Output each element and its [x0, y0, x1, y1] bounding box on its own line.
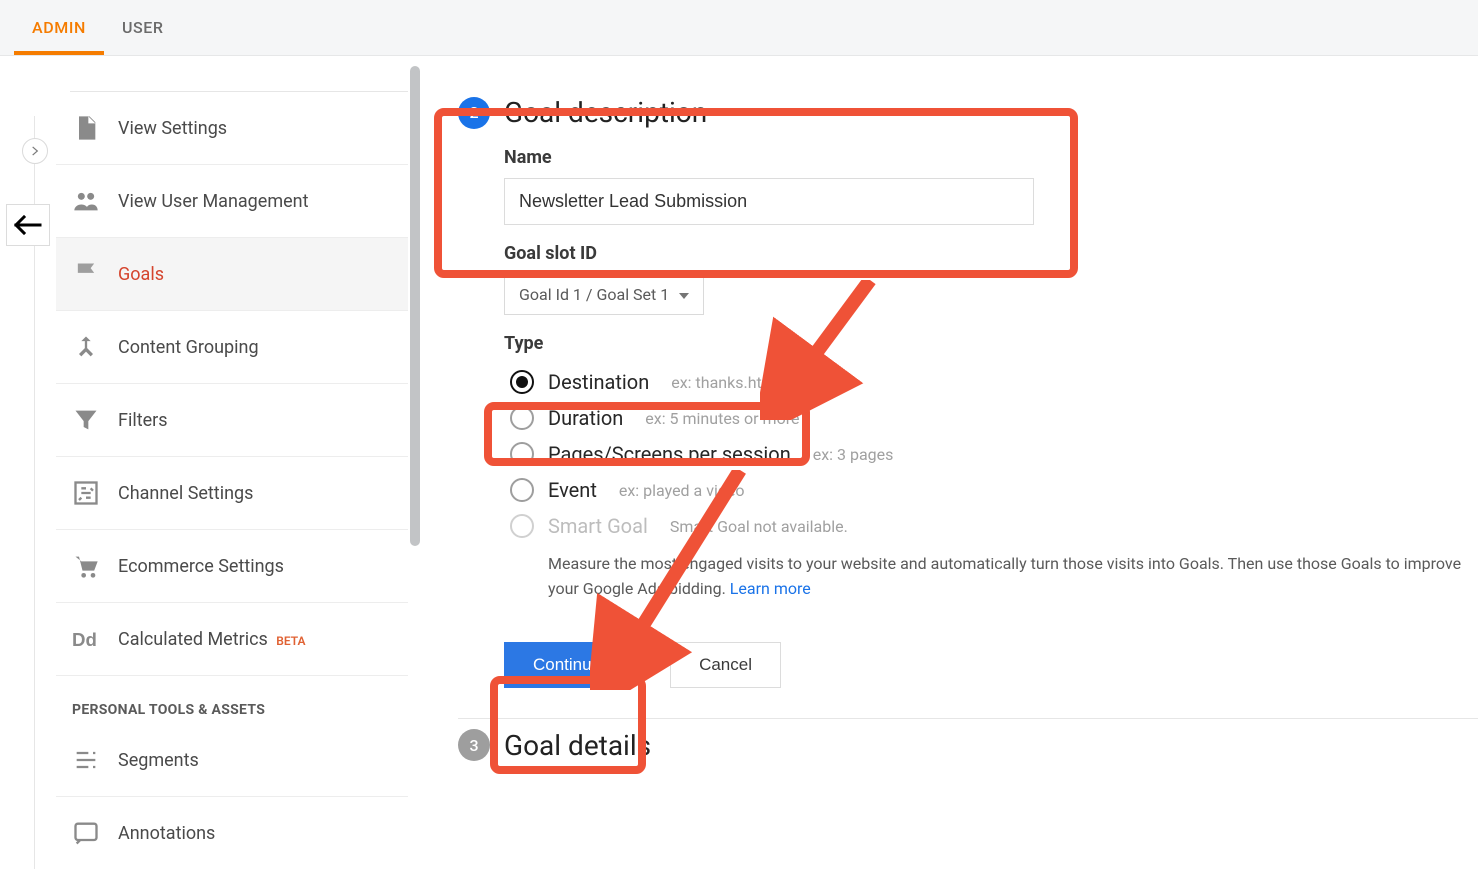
tab-user[interactable]: USER [104, 0, 182, 55]
smart-goal-blurb: Measure the most engaged visits to your … [548, 554, 1461, 598]
radio-icon [510, 478, 534, 502]
radio-label: Smart Goal [548, 514, 648, 538]
goal-description-step: 2 Goal description Name Goal slot ID Goa… [458, 96, 1478, 719]
users-icon [72, 187, 100, 215]
breadcrumb-disc[interactable] [22, 138, 48, 164]
sidebar-item-goals[interactable]: Goals [56, 238, 408, 311]
type-label: Type [504, 333, 1478, 354]
goal-type-event[interactable]: Event ex: played a video [510, 472, 1478, 508]
filter-icon [72, 406, 100, 434]
sidebar-item-content-grouping[interactable]: Content Grouping [56, 311, 408, 384]
label: Ecommerce Settings [118, 556, 284, 577]
name-label: Name [504, 147, 1478, 168]
label: Filters [118, 410, 168, 431]
radio-label: Pages/Screens per session [548, 442, 791, 466]
radio-hint: ex: thanks.html [671, 373, 779, 392]
goal-name-input[interactable] [504, 178, 1034, 225]
sidebar-scrollbar[interactable] [410, 66, 420, 546]
main-panel: 2 Goal description Name Goal slot ID Goa… [408, 56, 1478, 869]
back-arrow-icon [14, 215, 42, 235]
label: View Settings [118, 118, 227, 139]
goal-description-heading: Goal description [504, 96, 707, 129]
radio-hint: ex: played a video [619, 481, 745, 500]
label: Content Grouping [118, 337, 259, 358]
left-gutter [0, 56, 56, 869]
goal-type-pages[interactable]: Pages/Screens per session ex: 3 pages [510, 436, 1478, 472]
cancel-button[interactable]: Cancel [670, 642, 781, 688]
section-header-personal: PERSONAL TOOLS & ASSETS [72, 702, 408, 718]
sidebar-item-filters[interactable]: Filters [56, 384, 408, 457]
back-button[interactable] [6, 204, 50, 246]
sidebar-item-segments[interactable]: Segments [56, 724, 408, 797]
sidebar-item-view-settings[interactable]: View Settings [56, 92, 408, 165]
goal-details-heading: Goal details [504, 729, 651, 762]
document-icon [72, 114, 100, 142]
segments-icon [72, 746, 100, 774]
goal-details-step: 3 Goal details [458, 729, 1478, 762]
cart-icon [72, 552, 100, 580]
caret-down-icon [679, 293, 689, 299]
radio-label: Event [548, 478, 597, 502]
radio-icon [510, 514, 534, 538]
sidebar-item-annotations[interactable]: Annotations [56, 797, 408, 869]
goal-type-smart: Smart Goal Smart Goal not available. [510, 508, 1478, 544]
label: Segments [118, 750, 199, 771]
radio-icon [510, 370, 534, 394]
label: Goals [118, 264, 164, 285]
label: Calculated Metrics [118, 629, 268, 650]
learn-more-link[interactable]: Learn more [730, 579, 811, 598]
continue-button[interactable]: Continue [504, 642, 630, 688]
channel-settings-icon [72, 479, 100, 507]
svg-text:Dd: Dd [72, 629, 97, 650]
radio-hint: ex: 3 pages [813, 445, 894, 464]
sidebar-item-user-management[interactable]: View User Management [56, 165, 408, 238]
radio-icon [510, 406, 534, 430]
content-grouping-icon [72, 333, 100, 361]
radio-label: Duration [548, 406, 623, 430]
goal-type-duration[interactable]: Duration ex: 5 minutes or more [510, 400, 1478, 436]
beta-badge: BETA [276, 634, 305, 648]
calculated-metrics-icon: Dd [72, 625, 100, 653]
sidebar-item-calculated-metrics[interactable]: Dd Calculated Metrics BETA [56, 603, 408, 676]
view-title [70, 66, 408, 92]
goal-type-destination[interactable]: Destination ex: thanks.html [510, 364, 1478, 400]
step-3-indicator: 3 [458, 729, 490, 761]
radio-hint: ex: 5 minutes or more [645, 409, 799, 428]
label: Annotations [118, 823, 215, 844]
radio-label: Destination [548, 370, 649, 394]
flag-icon [72, 260, 100, 288]
label: View User Management [118, 191, 309, 212]
goal-slot-label: Goal slot ID [504, 243, 1478, 264]
radio-icon [510, 442, 534, 466]
step-2-indicator: 2 [458, 97, 490, 129]
label: Channel Settings [118, 483, 253, 504]
goal-slot-dropdown[interactable]: Goal Id 1 / Goal Set 1 [504, 274, 704, 315]
view-sidebar: View Settings View User Management Goals… [56, 56, 408, 869]
tab-admin[interactable]: ADMIN [14, 0, 104, 55]
top-tabs: ADMIN USER [0, 0, 1478, 56]
goal-slot-value: Goal Id 1 / Goal Set 1 [519, 285, 669, 304]
annotations-icon [72, 819, 100, 847]
sidebar-item-ecommerce-settings[interactable]: Ecommerce Settings [56, 530, 408, 603]
radio-hint: Smart Goal not available. [670, 517, 848, 536]
smart-goal-description: Measure the most engaged visits to your … [548, 552, 1478, 602]
sidebar-item-channel-settings[interactable]: Channel Settings [56, 457, 408, 530]
